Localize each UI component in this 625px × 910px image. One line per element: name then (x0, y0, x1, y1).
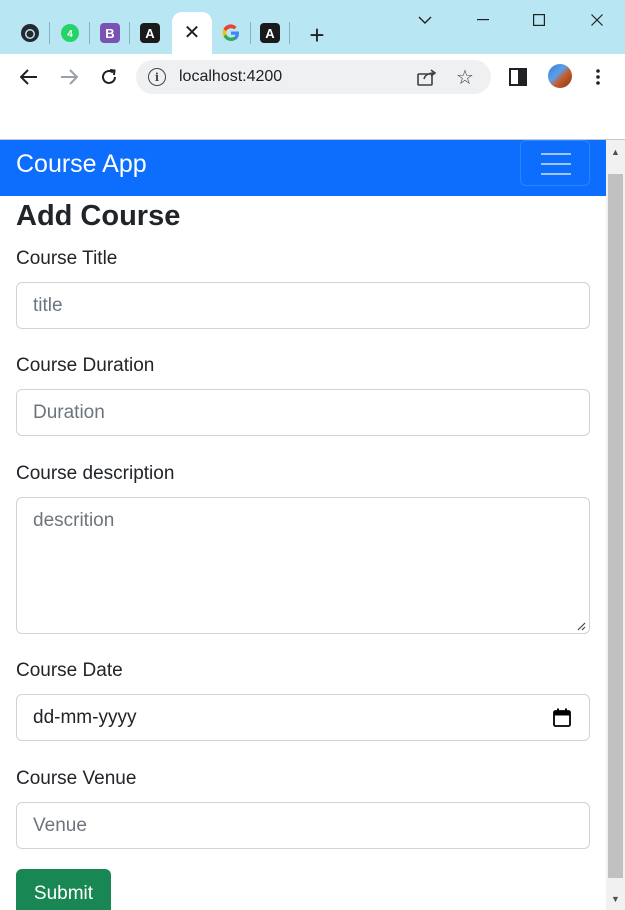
course-venue-input[interactable] (16, 802, 590, 849)
chevron-down-icon (418, 16, 432, 24)
resize-grip-icon[interactable] (576, 621, 586, 631)
url-text[interactable]: localhost:4200 (179, 68, 282, 86)
angular-icon: A (260, 23, 280, 43)
tab-google[interactable] (211, 12, 251, 54)
course-description-label: Course description (16, 463, 175, 484)
share-icon[interactable] (416, 66, 438, 88)
site-info-icon[interactable]: i (148, 68, 166, 86)
page-viewport: Course App Add Course Course Title Cours… (0, 139, 625, 910)
menu-button[interactable] (583, 62, 613, 92)
github-icon (20, 23, 40, 43)
course-description-textarea[interactable] (16, 497, 590, 634)
course-date-label: Course Date (16, 660, 123, 681)
new-tab-button[interactable]: + (302, 20, 332, 50)
profile-avatar[interactable] (548, 64, 572, 88)
scrollbar-thumb[interactable] (608, 174, 623, 878)
minimize-icon (477, 19, 489, 21)
maximize-icon (533, 14, 545, 26)
close-icon (591, 14, 603, 26)
side-panel-button[interactable] (503, 62, 533, 92)
course-title-label: Course Title (16, 248, 118, 269)
app-navbar: Course App (0, 140, 606, 196)
whatsapp-icon: 4 (60, 23, 80, 43)
scroll-up-icon[interactable]: ▲ (606, 144, 625, 160)
bootstrap-icon: B (100, 23, 120, 43)
tab-active[interactable]: ✕ (172, 12, 212, 54)
reload-button[interactable] (94, 62, 124, 92)
tab-angular-2[interactable]: A (250, 12, 290, 54)
navbar-brand[interactable]: Course App (16, 150, 147, 179)
tab-angular[interactable]: A (130, 12, 170, 54)
submit-button[interactable]: Submit (16, 869, 111, 910)
scroll-down-icon[interactable]: ▼ (606, 891, 625, 907)
tab-search-button[interactable] (408, 6, 442, 34)
angular-icon: A (140, 23, 160, 43)
course-date-input[interactable]: dd-mm-yyyy (16, 694, 590, 741)
tab-whatsapp[interactable]: 4 (50, 12, 90, 54)
more-vert-icon (596, 69, 600, 85)
arrow-left-icon (20, 69, 37, 85)
bookmark-star-icon[interactable]: ☆ (456, 65, 474, 90)
tab-bootstrap[interactable]: B (90, 12, 130, 54)
close-window-button[interactable] (580, 6, 614, 34)
maximize-button[interactable] (522, 6, 556, 34)
course-duration-label: Course Duration (16, 355, 155, 376)
minimize-button[interactable] (466, 6, 500, 34)
close-icon[interactable]: ✕ (184, 23, 201, 43)
browser-toolbar: i localhost:4200 ☆ (0, 54, 625, 100)
tab-strip: 4 B A ✕ A + (0, 0, 625, 54)
arrow-right-icon (61, 69, 78, 85)
course-title-input[interactable] (16, 282, 590, 329)
side-panel-icon (509, 68, 527, 86)
forward-button[interactable] (54, 62, 84, 92)
tab-github[interactable] (10, 12, 50, 54)
course-venue-label: Course Venue (16, 768, 137, 789)
address-bar[interactable]: i localhost:4200 ☆ (136, 60, 491, 94)
date-value: dd-mm-yyyy (33, 706, 137, 728)
svg-text:4: 4 (67, 29, 73, 40)
navbar-toggler-button[interactable] (520, 140, 590, 186)
course-duration-input[interactable] (16, 389, 590, 436)
reload-icon (102, 69, 116, 84)
page-title: Add Course (16, 200, 181, 232)
back-button[interactable] (14, 62, 44, 92)
calendar-icon[interactable] (553, 708, 571, 727)
hamburger-icon (541, 153, 571, 155)
vertical-scrollbar[interactable]: ▲ ▼ (606, 140, 625, 910)
google-icon (221, 23, 241, 43)
